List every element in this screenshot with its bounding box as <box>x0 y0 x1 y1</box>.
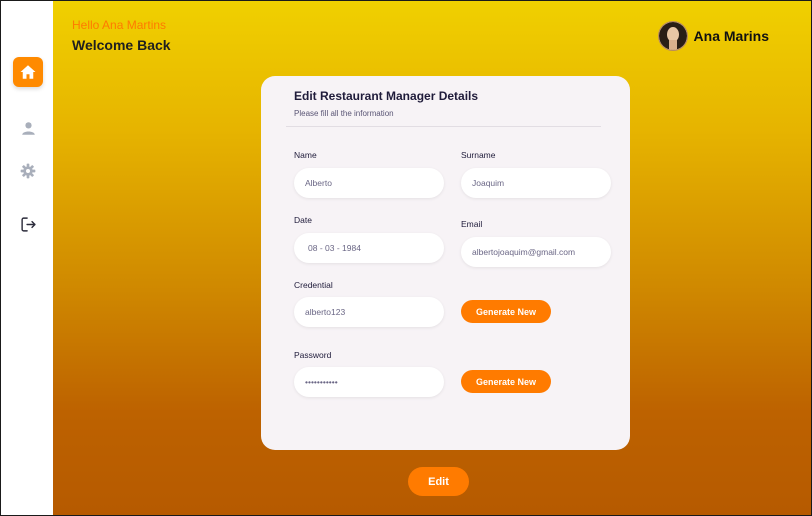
generate-credential-button[interactable]: Generate New <box>461 300 551 323</box>
surname-label: Surname <box>461 150 496 160</box>
welcome-text: Welcome Back <box>72 37 171 53</box>
sidebar-item-logout[interactable] <box>13 209 43 239</box>
user-icon <box>21 121 35 135</box>
edit-manager-form-card: Edit Restaurant Manager Details Please f… <box>261 76 630 450</box>
generate-password-button[interactable]: Generate New <box>461 370 551 393</box>
sidebar-item-profile[interactable] <box>13 113 43 143</box>
form-divider <box>286 126 601 127</box>
email-field[interactable] <box>461 237 611 267</box>
password-field[interactable] <box>294 367 444 397</box>
date-field[interactable] <box>294 233 444 263</box>
form-subtitle: Please fill all the information <box>294 109 394 118</box>
date-label: Date <box>294 215 312 225</box>
greeting-text: Hello Ana Martins <box>72 18 167 32</box>
sidebar <box>1 1 53 515</box>
logout-icon <box>20 216 36 232</box>
main-content: Hello Ana Martins Welcome Back Ana Marin… <box>53 1 811 515</box>
sidebar-item-home[interactable] <box>13 57 43 87</box>
sidebar-item-settings[interactable] <box>13 156 43 186</box>
credential-label: Credential <box>294 280 333 290</box>
profile-name: Ana Marins <box>693 28 769 44</box>
avatar[interactable] <box>657 21 688 51</box>
app-window: Hello Ana Martins Welcome Back Ana Marin… <box>0 0 812 516</box>
form-title: Edit Restaurant Manager Details <box>294 89 479 103</box>
edit-button[interactable]: Edit <box>408 467 469 496</box>
gear-icon <box>20 163 36 179</box>
surname-field[interactable] <box>461 168 611 198</box>
user-profile[interactable]: Ana Marins <box>657 21 769 51</box>
password-label: Password <box>294 350 332 360</box>
name-label: Name <box>294 150 317 160</box>
home-icon <box>20 65 36 79</box>
email-label: Email <box>461 219 483 229</box>
credential-field[interactable] <box>294 297 444 327</box>
name-field[interactable] <box>294 168 444 198</box>
